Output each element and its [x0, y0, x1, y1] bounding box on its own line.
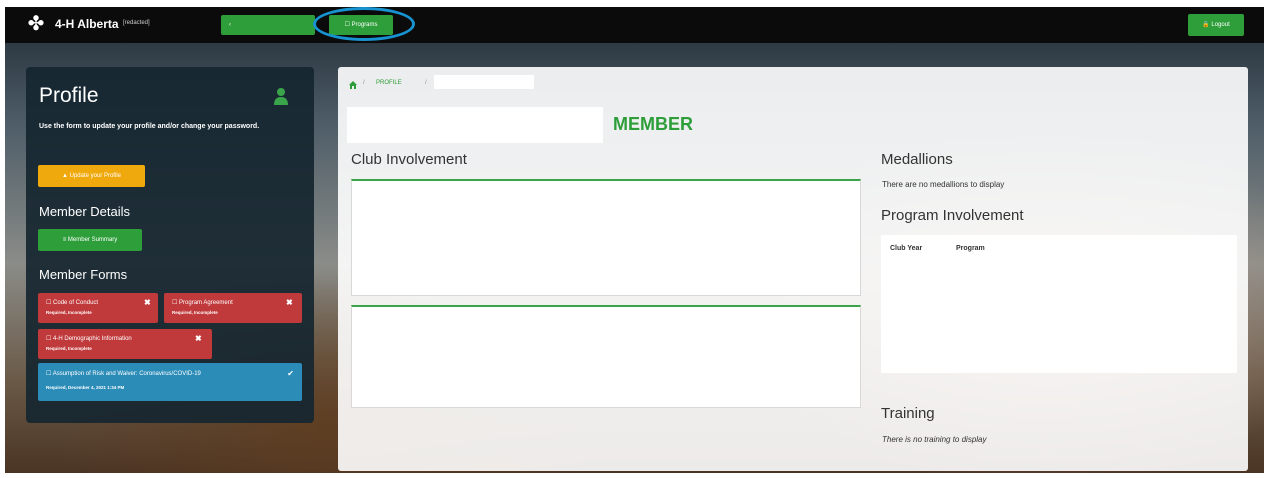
club-involvement-panel [351, 305, 861, 408]
form-demographic-information[interactable]: ☐ 4-H Demographic Information Required, … [38, 329, 212, 359]
member-label: MEMBER [613, 114, 693, 134]
top-navbar: ✤ 4-H Alberta [redacted] ‹ ☐ Programs 🔒 … [5, 7, 1264, 43]
user-icon [274, 88, 288, 105]
form-title: ☐ Assumption of Risk and Waiver: Coronav… [46, 371, 201, 377]
member-forms-heading: Member Forms [39, 267, 128, 282]
close-icon[interactable]: ✖ [286, 298, 293, 307]
logout-button[interactable]: 🔒 Logout [1188, 14, 1244, 36]
form-title: ☐ 4-H Demographic Information [46, 336, 132, 342]
app-frame: ✤ 4-H Alberta [redacted] ‹ ☐ Programs 🔒 … [5, 7, 1264, 473]
form-status: Required, December 4, 2021 1:34 PM [46, 385, 125, 390]
form-code-of-conduct[interactable]: ☐ Code of Conduct Required, Incomplete ✖ [38, 293, 158, 323]
form-status: Required, Incomplete [172, 310, 218, 315]
profile-panel: Profile Use the form to update your prof… [26, 67, 314, 423]
brand-subtitle: [redacted] [123, 20, 150, 26]
profile-description: Use the form to update your profile and/… [39, 123, 260, 130]
breadcrumb-separator: / [425, 80, 427, 86]
profile-title: Profile [39, 84, 99, 107]
nav-button[interactable]: ‹ [221, 15, 315, 35]
update-profile-button[interactable]: ▲ Update your Profile [38, 165, 145, 187]
program-involvement-heading: Program Involvement [881, 207, 1024, 224]
form-title: ☐ Code of Conduct [46, 300, 99, 306]
form-title: ☐ Program Agreement [172, 300, 233, 306]
column-header-program[interactable]: Program [956, 245, 985, 252]
training-heading: Training [881, 405, 935, 422]
club-involvement-panel [351, 179, 861, 296]
close-icon[interactable]: ✖ [144, 298, 151, 307]
form-assumption-of-risk[interactable]: ☐ Assumption of Risk and Waiver: Coronav… [38, 363, 302, 401]
close-icon[interactable]: ✖ [195, 334, 202, 343]
medallions-heading: Medallions [881, 151, 953, 168]
column-header-club-year[interactable]: Club Year [890, 245, 922, 252]
medallions-empty-text: There are no medallions to display [882, 180, 1005, 189]
highlight-circle-annotation [313, 7, 415, 41]
form-status: Required, Incomplete [46, 346, 92, 351]
training-empty-text: There is no training to display [882, 435, 987, 444]
member-summary-button[interactable]: ≡ Member Summary [38, 229, 142, 251]
club-involvement-heading: Club Involvement [351, 151, 467, 168]
form-program-agreement[interactable]: ☐ Program Agreement Required, Incomplete… [164, 293, 302, 323]
breadcrumb-profile[interactable]: PROFILE [376, 80, 402, 86]
home-icon[interactable] [349, 81, 357, 89]
member-name-redacted [347, 107, 603, 143]
breadcrumb-redacted [434, 75, 534, 89]
program-involvement-table: Club Year Program [881, 235, 1237, 373]
brand-name[interactable]: 4-H Alberta [55, 17, 119, 31]
form-status: Required, Incomplete [46, 310, 92, 315]
checkmark-icon: ✔ [287, 369, 294, 378]
breadcrumb-separator: / [363, 80, 365, 86]
clover-logo-icon[interactable]: ✤ [25, 13, 47, 35]
main-panel: / PROFILE / MEMBER Club Involvement Meda… [338, 67, 1248, 471]
member-details-heading: Member Details [39, 204, 131, 219]
